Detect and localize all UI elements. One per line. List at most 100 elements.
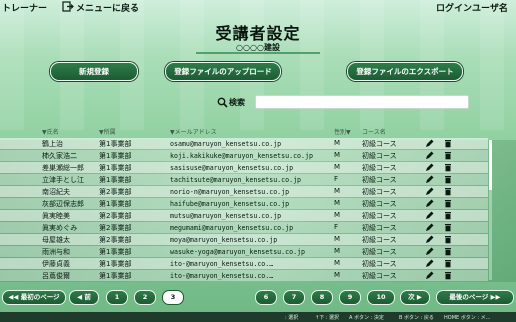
page-button-8[interactable]: 8 [311, 290, 333, 305]
footer-hints: : 選択 ↑下 : 選択 A ボタン : 決定 B ボタン : 戻る HOME … [0, 312, 516, 322]
table-header: ▼氏名 ▼所属 ▼メールアドレス 性別▼ コース名 [0, 126, 488, 136]
cell-email: moya@maruyon_kensetsu.co.jp [170, 236, 278, 244]
cell-email: koji.kakikuke@maruyon_kensetsu.co.jp [170, 152, 313, 160]
table-row[interactable]: 母屋雄太 第2事業部 moya@maruyon_kensetsu.co.jp M… [0, 234, 488, 245]
footer-hint-2: ↑下 : 選択 [315, 315, 340, 321]
page-button-10[interactable]: 10 [367, 290, 395, 305]
cell-email: wasuke-yoga@maruyon_kensetsu.co.jp [170, 248, 305, 256]
pencil-icon[interactable] [425, 211, 434, 220]
table-row[interactable]: 雨洲与和 第1事業部 wasuke-yoga@maruyon_kensetsu.… [0, 246, 488, 257]
back-icon[interactable] [62, 1, 74, 12]
column-header-course[interactable]: コース名 [362, 127, 386, 136]
cell-name: 眞実睦美 [42, 212, 70, 220]
cell-email: norio-n@maruyon_kensetsu.co.jp [170, 188, 290, 196]
table-row[interactable]: 呂蔦俊爾 第1事業部 ito-@maruyon_kensetsu.co.… M … [0, 270, 488, 281]
trash-icon[interactable] [444, 199, 452, 208]
prev-page-button[interactable]: ◀ 前 [69, 290, 99, 305]
page-button-9[interactable]: 9 [339, 290, 361, 305]
pencil-icon[interactable] [425, 259, 434, 268]
pencil-icon[interactable] [425, 151, 434, 160]
export-file-button[interactable]: 登録ファイルのエクスポート [347, 62, 463, 81]
page-title: 受講者設定 [215, 24, 301, 43]
table-scrollbar-thumb[interactable] [489, 140, 492, 190]
table-row[interactable]: 灰部辺保志郎 第1事業部 haifube@maruyon_kensetsu.co… [0, 198, 488, 209]
pencil-icon[interactable] [425, 175, 434, 184]
pencil-icon[interactable] [425, 223, 434, 232]
cell-dept: 第2事業部 [99, 212, 132, 220]
cell-dept: 第1事業部 [99, 248, 132, 256]
column-header-sex[interactable]: 性別▼ [334, 127, 351, 136]
cell-email: ito-@maruyon_kensetsu.co.… [170, 272, 274, 280]
table-row[interactable]: 南沼紀夫 第2事業部 norio-n@maruyon_kensetsu.co.j… [0, 186, 488, 197]
cell-sex: M [334, 139, 341, 147]
column-header-email[interactable]: ▼メールアドレス [170, 127, 217, 136]
trash-icon[interactable] [444, 187, 452, 196]
cell-name: 柿久家浩二 [42, 152, 77, 160]
cell-course: 初級コース [362, 188, 397, 196]
table-row[interactable]: 差巣瀬総一郎 第1事業部 sasisuse@maruyon_kensetsu.c… [0, 162, 488, 173]
pencil-icon[interactable] [425, 199, 434, 208]
table-row[interactable]: 伊藤貞義 第1事業部 ito-@maruyon_kensetsu.co.… M … [0, 258, 488, 269]
table-row[interactable]: 眞実睦美 第2事業部 mutsu@maruyon_kensetsu.co.jp … [0, 210, 488, 221]
cell-name: 立津手とし江 [42, 176, 84, 184]
cell-course: 初級コース [362, 236, 397, 244]
cell-course: 初級コース [362, 212, 397, 220]
cell-email: tachitsute@maruyon_kensetsu.co.jp [170, 176, 302, 184]
new-registration-button[interactable]: 新規登録 [50, 62, 138, 81]
upload-file-button[interactable]: 登録ファイルのアップロード [165, 62, 281, 81]
cell-dept: 第2事業部 [99, 236, 132, 244]
page-button-7[interactable]: 7 [283, 290, 305, 305]
table-row[interactable]: 柿久家浩二 第1事業部 koji.kakikuke@maruyon_kenset… [0, 150, 488, 161]
cell-name: 鶴上治 [42, 140, 63, 148]
table-row[interactable]: 鶴上治 第1事業部 osamu@maruyon_kensetsu.co.jp M… [0, 138, 488, 149]
trainee-table: ▼氏名 ▼所属 ▼メールアドレス 性別▼ コース名 鶴上治 第1事業部 osam… [0, 126, 516, 283]
footer-hint-1: : 選択 [285, 315, 299, 321]
page-button-1[interactable]: 1 [106, 290, 128, 305]
page-button-2[interactable]: 2 [134, 290, 156, 305]
cell-email: ito-@maruyon_kensetsu.co.… [170, 260, 274, 268]
table-row[interactable]: 眞実めぐみ 第2事業部 megumami@maruyon_kensetsu.co… [0, 222, 488, 233]
search-input[interactable] [255, 95, 469, 109]
trash-icon[interactable] [444, 163, 452, 172]
trash-icon[interactable] [444, 271, 452, 280]
trash-icon[interactable] [444, 247, 452, 256]
cell-sex: M [334, 187, 341, 195]
cell-sex: M [334, 271, 341, 279]
table-row[interactable]: 立津手とし江 第1事業部 tachitsute@maruyon_kensetsu… [0, 174, 488, 185]
cell-email: osamu@maruyon_kensetsu.co.jp [170, 140, 282, 148]
trash-icon[interactable] [444, 139, 452, 148]
next-page-button[interactable]: 次 ▶ [400, 290, 430, 305]
last-page-button[interactable]: 最後のページ ▶▶ [436, 290, 514, 305]
cell-course: 初級コース [362, 140, 397, 148]
cell-dept: 第1事業部 [99, 140, 132, 148]
cell-sex: M [334, 235, 341, 243]
cell-dept: 第2事業部 [99, 224, 132, 232]
pencil-icon[interactable] [425, 139, 434, 148]
pencil-icon[interactable] [425, 235, 434, 244]
pencil-icon[interactable] [425, 271, 434, 280]
cell-dept: 第1事業部 [99, 152, 132, 160]
trash-icon[interactable] [444, 151, 452, 160]
cell-email: megumami@maruyon_kensetsu.co.jp [170, 224, 294, 232]
cell-sex: F [334, 175, 339, 183]
page-button-6[interactable]: 6 [255, 290, 277, 305]
title-underline [196, 52, 320, 54]
trash-icon[interactable] [444, 223, 452, 232]
column-header-dept[interactable]: ▼所属 [99, 127, 116, 136]
app-title: トレーナー [2, 4, 48, 14]
pencil-icon[interactable] [425, 187, 434, 196]
cell-name: 差巣瀬総一郎 [42, 164, 84, 172]
column-header-name[interactable]: ▼氏名 [42, 127, 59, 136]
trash-icon[interactable] [444, 235, 452, 244]
trash-icon[interactable] [444, 175, 452, 184]
trash-icon[interactable] [444, 259, 452, 268]
pencil-icon[interactable] [425, 163, 434, 172]
cell-sex: M [334, 151, 341, 159]
back-to-menu-link[interactable]: メニューに戻る [76, 1, 139, 14]
page-button-3[interactable]: 3 [162, 290, 184, 305]
cell-name: 灰部辺保志郎 [42, 200, 84, 208]
pencil-icon[interactable] [425, 247, 434, 256]
first-page-button[interactable]: ◀◀ 最初のページ [2, 290, 66, 305]
search-icon [217, 97, 228, 108]
trash-icon[interactable] [444, 211, 452, 220]
